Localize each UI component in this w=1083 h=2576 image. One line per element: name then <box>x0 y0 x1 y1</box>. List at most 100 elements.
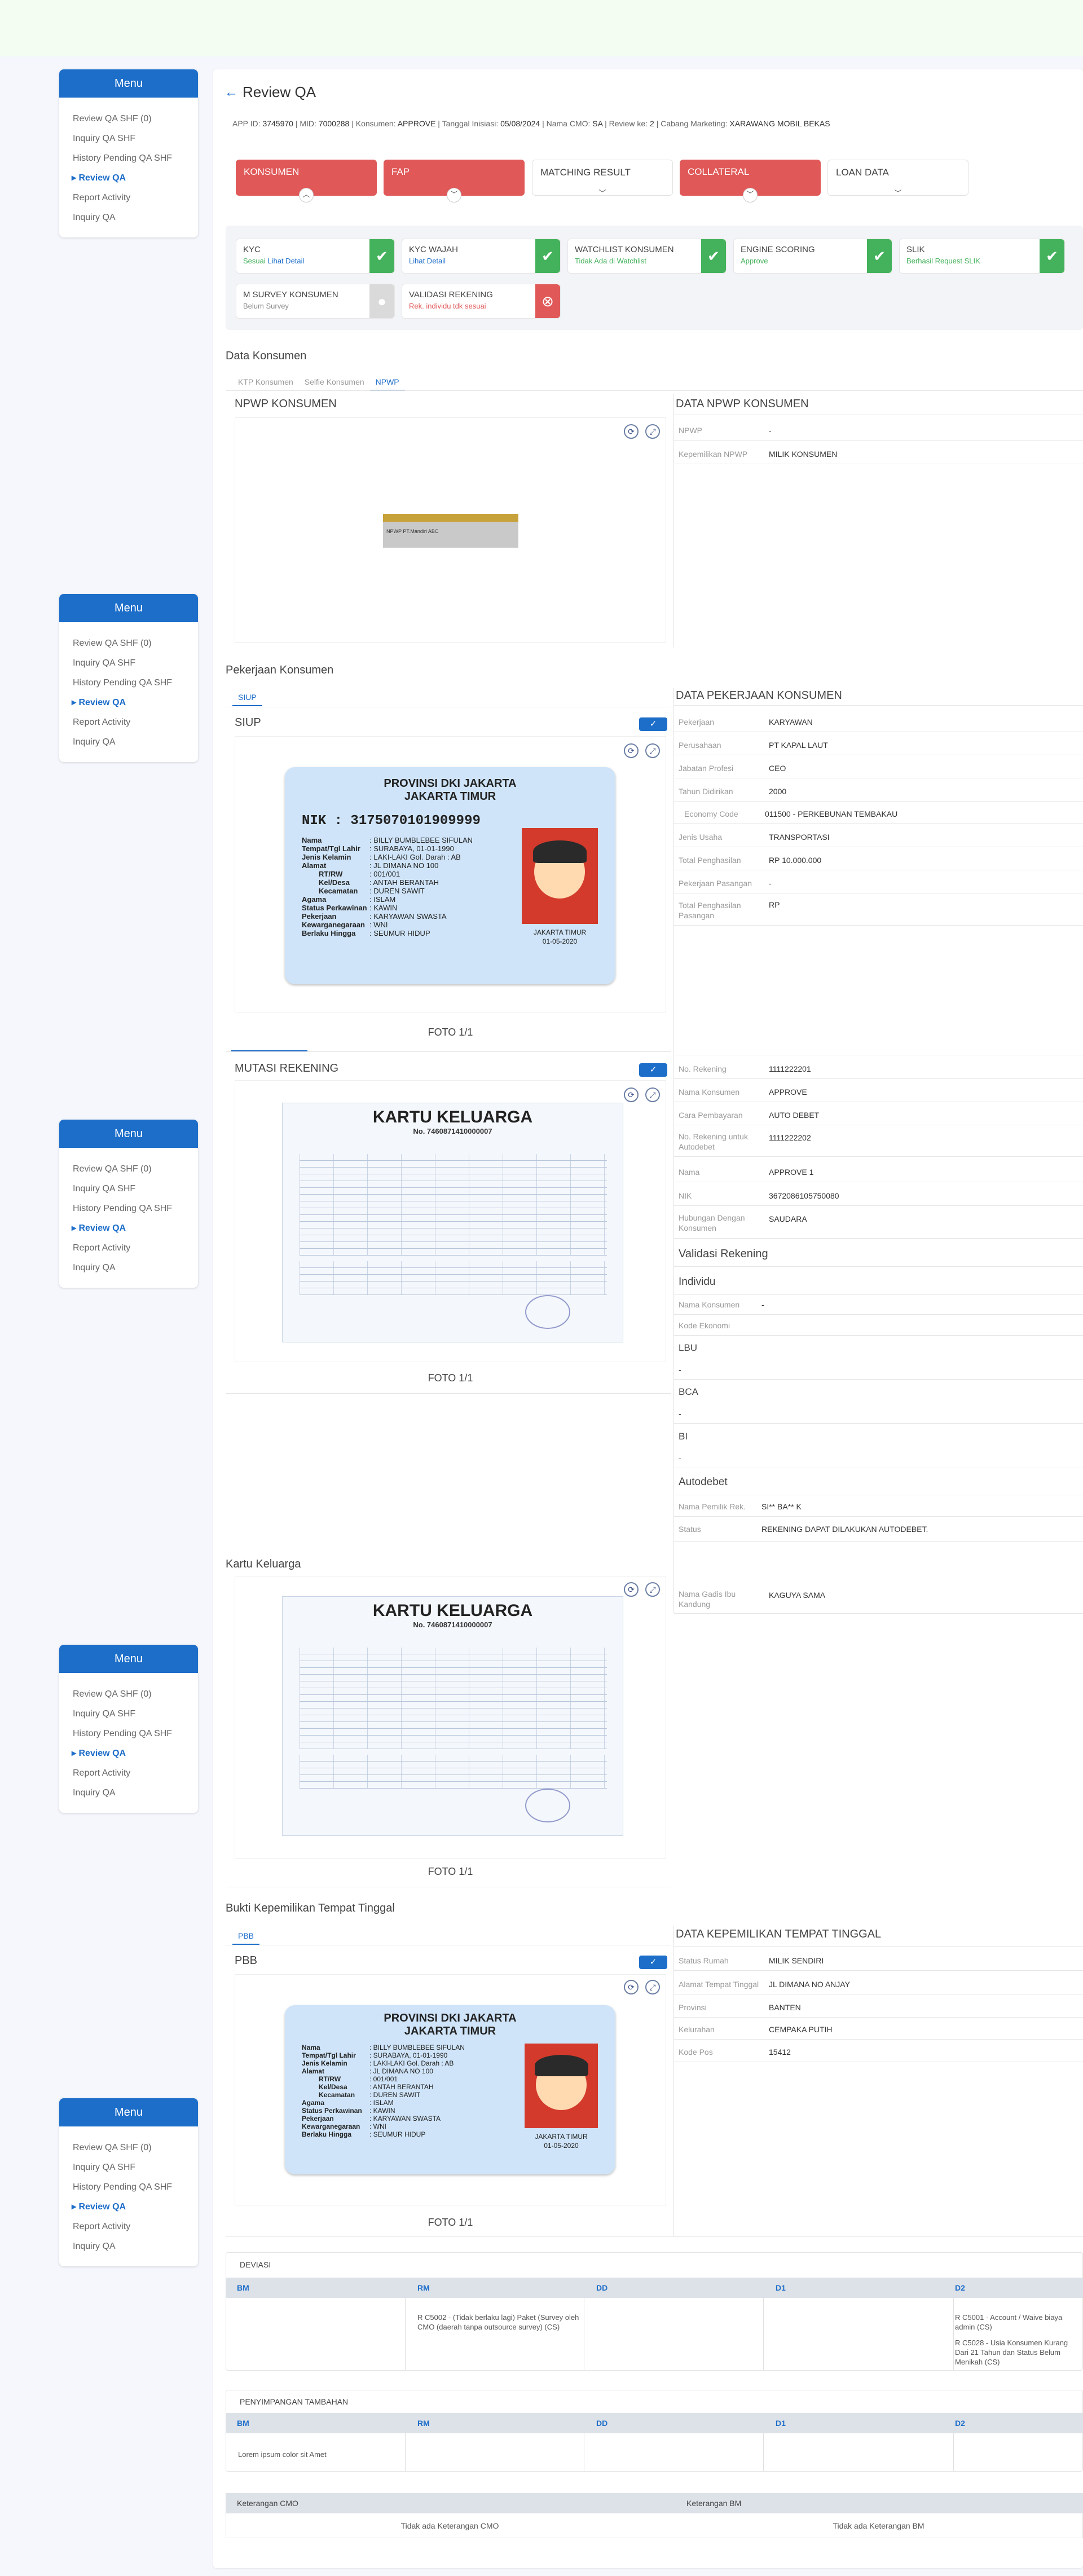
rotate-icon[interactable]: ⟳ <box>624 743 639 758</box>
ktp-label: Pekerjaan <box>302 912 337 921</box>
tab-pbb[interactable]: PBB <box>232 1928 260 1945</box>
menu-item-review-qa[interactable]: ▸ Review QA <box>59 1743 198 1763</box>
divider <box>763 2298 764 2370</box>
check-validasi-rekening[interactable]: VALIDASI REKENING Rek. individu tdk sesua… <box>402 284 561 319</box>
ktp-label: Kel/Desa <box>319 878 350 887</box>
ktp-card: PROVINSI DKI JAKARTA JAKARTA TIMUR NIK :… <box>285 767 615 984</box>
ktp-value: : ISLAM <box>369 895 396 904</box>
table-cell: R C5028 - Usia Konsumen Kurang Dari 21 T… <box>955 2339 1068 2366</box>
chevron-down-icon: ﹀ <box>894 189 902 197</box>
fullscreen-icon[interactable]: ⤢ <box>645 424 660 439</box>
divider <box>674 801 1083 802</box>
step-konsumen[interactable]: KONSUMEN ︿ <box>236 160 377 202</box>
menu-item-inquiry-qa[interactable]: Inquiry QA <box>59 208 198 227</box>
menu-item-history-pending[interactable]: History Pending QA SHF <box>59 673 198 693</box>
step-fap[interactable]: FAP ﹀ <box>384 160 525 202</box>
menu-item-history-pending[interactable]: History Pending QA SHF <box>59 2177 198 2197</box>
divider <box>674 1238 1083 1239</box>
step-matching-result[interactable]: MATCHING RESULT ﹀ <box>532 160 673 197</box>
menu-item-inquiry-qa[interactable]: Inquiry QA <box>59 732 198 752</box>
ktp-fields: Nama: BILLY BUMBLEBEE SIFULAN Tempat/Tgl… <box>302 836 473 937</box>
step-loan-data[interactable]: LOAN DATA ﹀ <box>827 160 968 197</box>
field-label: Nama Pemilik Rek. <box>679 1502 746 1511</box>
menu-item-inquiry-qa-shf[interactable]: Inquiry QA SHF <box>59 1704 198 1724</box>
verified-badge[interactable]: ✓ <box>639 1063 667 1077</box>
ktp-label: Kel/Desa <box>319 2083 347 2091</box>
check-link[interactable]: Lihat Detail <box>267 257 304 265</box>
verified-badge[interactable]: ✓ <box>639 717 667 731</box>
check-m-survey[interactable]: M SURVEY KONSUMEN Belum Survey ● <box>236 284 395 319</box>
tab-ktp[interactable]: KTP Konsumen <box>232 374 299 390</box>
ktp-label: Status Perkawinan <box>302 2107 362 2115</box>
ktp-label: Berlaku Hingga <box>302 2130 352 2138</box>
menu-item-report-activity[interactable]: Report Activity <box>59 712 198 732</box>
error-icon: ⊗ <box>535 284 560 318</box>
check-slik[interactable]: SLIK Berhasil Request SLIK ✔ <box>899 239 1065 274</box>
fullscreen-icon[interactable]: ⤢ <box>645 1980 660 1994</box>
field-label: Status <box>679 1525 701 1534</box>
field-label: Kode Ekonomi <box>679 1321 730 1330</box>
field-value: 2000 <box>769 787 787 796</box>
menu-item-review-qa-shf[interactable]: Review QA SHF (0) <box>59 2138 198 2157</box>
divider <box>674 1516 1083 1517</box>
menu-item-review-qa[interactable]: ▸ Review QA <box>59 2197 198 2217</box>
step-collateral[interactable]: COLLATERAL ﹀ <box>680 160 821 202</box>
check-engine-scoring[interactable]: ENGINE SCORING Approve ✔ <box>733 239 892 274</box>
col-header: D1 <box>776 2283 786 2292</box>
menu-item-inquiry-qa[interactable]: Inquiry QA <box>59 2236 198 2256</box>
divider <box>226 2236 1083 2237</box>
check-watchlist[interactable]: WATCHLIST KONSUMEN Tidak Ada di Watchlist… <box>567 239 727 274</box>
divider <box>674 1314 1083 1315</box>
check-title: KYC WAJAH <box>409 245 458 254</box>
menu-item-inquiry-qa-shf[interactable]: Inquiry QA SHF <box>59 2157 198 2177</box>
menu-item-review-qa-shf[interactable]: Review QA SHF (0) <box>59 1159 198 1179</box>
menu-item-report-activity[interactable]: Report Activity <box>59 1763 198 1783</box>
rotate-icon[interactable]: ⟳ <box>624 1980 639 1994</box>
menu-item-history-pending[interactable]: History Pending QA SHF <box>59 148 198 168</box>
check-title: M SURVEY KONSUMEN <box>243 290 338 300</box>
menu-title: Menu <box>59 2098 198 2126</box>
menu-item-review-qa[interactable]: ▸ Review QA <box>59 168 198 188</box>
ktp-photo <box>522 828 598 924</box>
menu-item-inquiry-qa-shf[interactable]: Inquiry QA SHF <box>59 1179 198 1199</box>
menu-item-inquiry-qa[interactable]: Inquiry QA <box>59 1258 198 1278</box>
menu-item-history-pending[interactable]: History Pending QA SHF <box>59 1199 198 1218</box>
field-label: Cara Pembayaran <box>679 1111 743 1120</box>
divider <box>226 1393 671 1394</box>
back-arrow-icon[interactable]: ← <box>224 85 238 100</box>
tgl-label: Tanggal Inisiasi: <box>442 119 499 128</box>
fullscreen-icon[interactable]: ⤢ <box>645 1087 660 1102</box>
menu-item-history-pending[interactable]: History Pending QA SHF <box>59 1724 198 1743</box>
menu-item-review-qa-shf[interactable]: Review QA SHF (0) <box>59 1684 198 1704</box>
menu-item-inquiry-qa-shf[interactable]: Inquiry QA SHF <box>59 129 198 148</box>
kk-document: KARTU KELUARGA No. 7460871410000007 <box>282 1103 623 1342</box>
menu-item-report-activity[interactable]: Report Activity <box>59 2217 198 2236</box>
menu-item-review-qa[interactable]: ▸ Review QA <box>59 1218 198 1238</box>
menu-item-review-qa-shf[interactable]: Review QA SHF (0) <box>59 633 198 653</box>
menu-item-report-activity[interactable]: Report Activity <box>59 1238 198 1258</box>
col-header: DD <box>596 2419 608 2428</box>
deviasi-table <box>226 2252 1083 2371</box>
fullscreen-icon[interactable]: ⤢ <box>645 743 660 758</box>
check-status[interactable]: Lihat Detail <box>409 257 553 265</box>
verified-badge[interactable]: ✓ <box>639 1956 667 1969</box>
rotate-icon[interactable]: ⟳ <box>624 1087 639 1102</box>
menu-item-review-qa-shf[interactable]: Review QA SHF (0) <box>59 109 198 129</box>
rotate-icon[interactable]: ⟳ <box>624 424 639 439</box>
tab-selfie[interactable]: Selfie Konsumen <box>299 374 370 390</box>
menu-item-label: Review QA <box>78 2202 126 2212</box>
check-kyc-wajah[interactable]: KYC WAJAH Lihat Detail ✔ <box>402 239 561 274</box>
menu-item-report-activity[interactable]: Report Activity <box>59 188 198 208</box>
tab-npwp[interactable]: NPWP <box>369 374 405 391</box>
divider <box>226 390 1083 391</box>
tab-siup[interactable]: SIUP <box>232 689 262 706</box>
menu-item-inquiry-qa[interactable]: Inquiry QA <box>59 1783 198 1803</box>
menu-item-inquiry-qa-shf[interactable]: Inquiry QA SHF <box>59 653 198 673</box>
fullscreen-icon[interactable]: ⤢ <box>645 1582 660 1597</box>
check-kyc[interactable]: KYC Sesuai Lihat Detail ✔ <box>236 239 395 274</box>
menu-item-review-qa[interactable]: ▸ Review QA <box>59 693 198 712</box>
table-cell: R C5002 - (Tidak berlaku lagi) Paket (Su… <box>417 2313 579 2331</box>
rotate-icon[interactable]: ⟳ <box>624 1582 639 1597</box>
field-label: NIK <box>679 1191 692 1200</box>
ktp-nik-label: NIK <box>302 813 327 829</box>
